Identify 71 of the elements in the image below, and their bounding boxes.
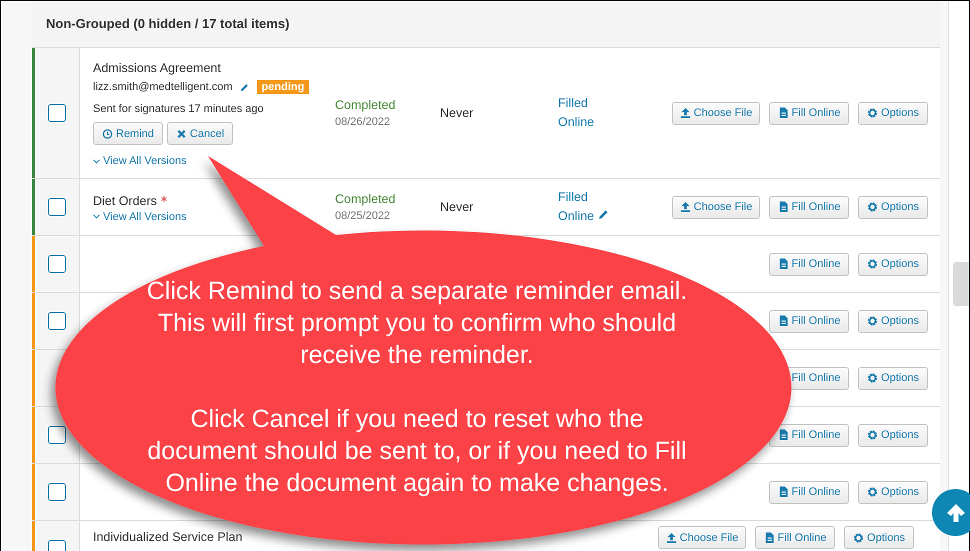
document-icon xyxy=(778,315,789,327)
choose-file-button[interactable]: Choose File xyxy=(658,526,746,549)
options-button[interactable]: Options xyxy=(858,480,928,504)
cross-icon xyxy=(176,128,187,140)
reminder-text: Never xyxy=(440,106,474,120)
chevron-down-icon xyxy=(93,158,100,164)
document-icon xyxy=(778,107,789,119)
remind-button[interactable]: Remind xyxy=(93,122,163,145)
scrollbar-handle[interactable] xyxy=(953,262,969,306)
email-text: lizz.smith@medtelligent.com xyxy=(93,81,233,93)
up-arrow-icon xyxy=(944,502,966,524)
cancel-button[interactable]: Cancel xyxy=(166,122,234,145)
fill-online-button[interactable]: Fill Online xyxy=(769,310,849,332)
document-icon xyxy=(778,429,789,441)
pencil-icon[interactable] xyxy=(598,209,610,220)
clock-icon xyxy=(102,128,113,140)
document-icon xyxy=(778,201,789,213)
checkbox[interactable] xyxy=(48,312,66,330)
upload-icon xyxy=(680,107,691,119)
document-name: Admissions Agreement xyxy=(93,61,221,75)
fill-online-button[interactable]: Fill Online xyxy=(769,102,849,124)
date-text: 08/26/2022 xyxy=(335,116,392,128)
gear-icon xyxy=(867,107,878,119)
document-name: Individualized Service Plan xyxy=(93,530,242,544)
checkbox[interactable] xyxy=(48,483,66,501)
options-button[interactable]: Options xyxy=(858,102,928,124)
options-button[interactable]: Options xyxy=(858,196,928,218)
choose-file-button[interactable]: Choose File xyxy=(672,102,760,124)
sent-info: Sent for signatures 17 minutes ago xyxy=(93,103,265,115)
gear-icon xyxy=(867,201,878,213)
chevron-down-icon xyxy=(93,214,100,219)
callout-text: Click Cancel if you need to reset who the document should be sent to, or if you need to Fill Online the document again to make changes. xyxy=(147,404,687,499)
checkbox[interactable] xyxy=(48,426,66,444)
checkbox[interactable] xyxy=(48,198,66,216)
date-text: 08/25/2022 xyxy=(335,210,392,222)
view-versions-link[interactable]: View All Versions xyxy=(93,210,187,222)
document-icon xyxy=(778,258,789,270)
pencil-icon[interactable] xyxy=(240,82,249,92)
gear-icon xyxy=(867,486,878,498)
reminder-text: Never xyxy=(440,200,474,214)
status-text: Completed xyxy=(335,98,396,112)
fill-method-text: Filled Online xyxy=(558,95,596,131)
checkbox[interactable] xyxy=(48,255,66,273)
document-icon xyxy=(764,532,775,544)
options-button[interactable]: Options xyxy=(858,252,928,276)
checkbox[interactable] xyxy=(48,104,66,122)
gear-icon xyxy=(867,258,878,270)
gear-icon xyxy=(867,372,878,384)
fill-online-button[interactable]: Fill Online xyxy=(769,480,849,504)
choose-file-button[interactable]: Choose File xyxy=(672,196,760,218)
options-button[interactable]: Options xyxy=(858,424,928,446)
fill-online-button[interactable]: Fill Online xyxy=(755,526,835,549)
document-icon xyxy=(778,486,789,498)
options-button[interactable]: Options xyxy=(858,366,928,390)
upload-icon xyxy=(666,532,677,544)
section-title: Non-Grouped (0 hidden / 17 total items) xyxy=(32,1,940,48)
fill-online-button[interactable]: Fill Online xyxy=(769,252,849,276)
gear-icon xyxy=(853,532,864,544)
fill-method-text: Filled Online xyxy=(558,188,614,226)
options-button[interactable]: Options xyxy=(844,526,914,549)
fill-online-button[interactable]: Fill Online xyxy=(769,196,849,218)
view-versions-link[interactable]: View All Versions xyxy=(93,155,187,167)
callout-text: Click Remind to send a separate reminder email. This will first prompt you to confirm who should receive the reminder. xyxy=(146,276,688,371)
fill-online-button[interactable]: Fill Online xyxy=(769,424,849,446)
options-button[interactable]: Options xyxy=(858,310,928,332)
pending-badge: pending xyxy=(256,80,310,94)
document-name: Diet Orders xyxy=(93,194,157,208)
gear-icon xyxy=(867,315,878,327)
gear-icon xyxy=(867,429,878,441)
upload-icon xyxy=(680,201,691,213)
status-text: Completed xyxy=(335,192,396,206)
